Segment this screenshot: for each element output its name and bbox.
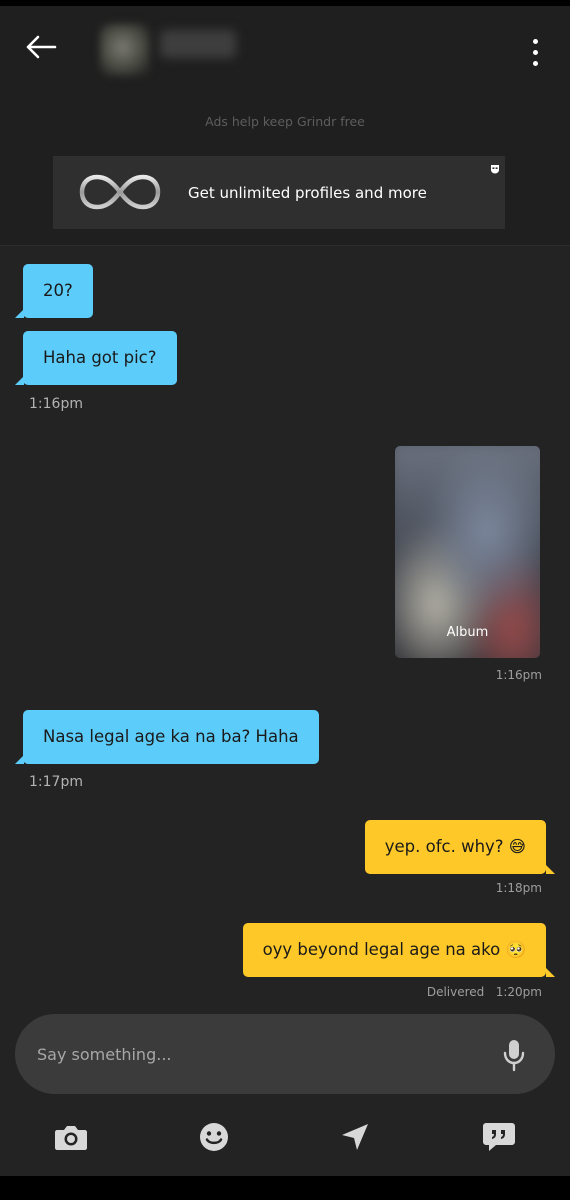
ad-banner[interactable]: Get unlimited profiles and more <box>53 156 505 229</box>
chat-header: Ads help keep Grindr free Get unlimited … <box>0 6 570 246</box>
ads-note: Ads help keep Grindr free <box>205 114 365 129</box>
arrow-left-icon <box>26 35 57 59</box>
message-text: Haha got pic? <box>43 348 157 367</box>
message-text: 20? <box>43 281 73 300</box>
ad-banner-text: Get unlimited profiles and more <box>188 184 427 202</box>
delivered-label: Delivered <box>426 985 485 999</box>
album-share-card[interactable]: Album <box>395 446 540 658</box>
profile-name-redacted[interactable] <box>160 30 236 58</box>
outgoing-message[interactable]: oyy beyond legal age na ako 🥺 <box>242 923 546 977</box>
back-button[interactable] <box>22 28 60 66</box>
camera-button[interactable] <box>53 1120 89 1154</box>
message-input[interactable] <box>37 1014 457 1094</box>
more-options-button[interactable] <box>520 32 550 72</box>
delivery-status: Delivered 1:20pm <box>427 985 542 999</box>
incoming-message[interactable]: Nasa legal age ka na ba? Haha <box>23 710 319 764</box>
camera-icon <box>55 1126 87 1150</box>
album-label: Album <box>446 625 489 640</box>
message-tail <box>546 865 555 874</box>
send-location-button[interactable] <box>337 1120 373 1154</box>
message-composer <box>15 1014 555 1094</box>
quote-bubble-icon <box>483 1123 515 1151</box>
grindr-mask-icon <box>491 165 499 174</box>
message-timestamp: 1:16pm <box>495 668 542 682</box>
message-timestamp: 1:20pm <box>495 985 542 999</box>
message-text: Nasa legal age ka na ba? Haha <box>43 727 299 746</box>
incoming-message[interactable]: Haha got pic? <box>23 331 177 385</box>
smiley-icon <box>200 1123 228 1151</box>
message-tail <box>15 755 24 764</box>
microphone-icon <box>503 1040 525 1072</box>
more-vertical-icon <box>532 38 538 44</box>
message-tail <box>15 376 24 385</box>
profile-avatar[interactable] <box>100 24 150 76</box>
location-arrow-icon <box>342 1124 368 1150</box>
incoming-message[interactable]: 20? <box>23 264 93 318</box>
message-text: oyy beyond legal age na ako 🥺 <box>262 940 526 959</box>
message-tail <box>15 309 24 318</box>
message-text: yep. ofc. why? 😅 <box>384 837 526 856</box>
message-timestamp: 1:16pm <box>29 396 83 412</box>
infinity-icon <box>79 174 161 210</box>
emoji-button[interactable] <box>196 1120 232 1154</box>
voice-message-button[interactable] <box>501 1038 527 1072</box>
chat-screen: Ads help keep Grindr free Get unlimited … <box>0 6 570 1176</box>
message-tail <box>546 968 555 977</box>
outgoing-message[interactable]: yep. ofc. why? 😅 <box>364 820 546 874</box>
message-timestamp: 1:17pm <box>29 774 83 790</box>
message-timestamp: 1:18pm <box>495 881 542 895</box>
saved-phrases-button[interactable] <box>481 1120 517 1154</box>
